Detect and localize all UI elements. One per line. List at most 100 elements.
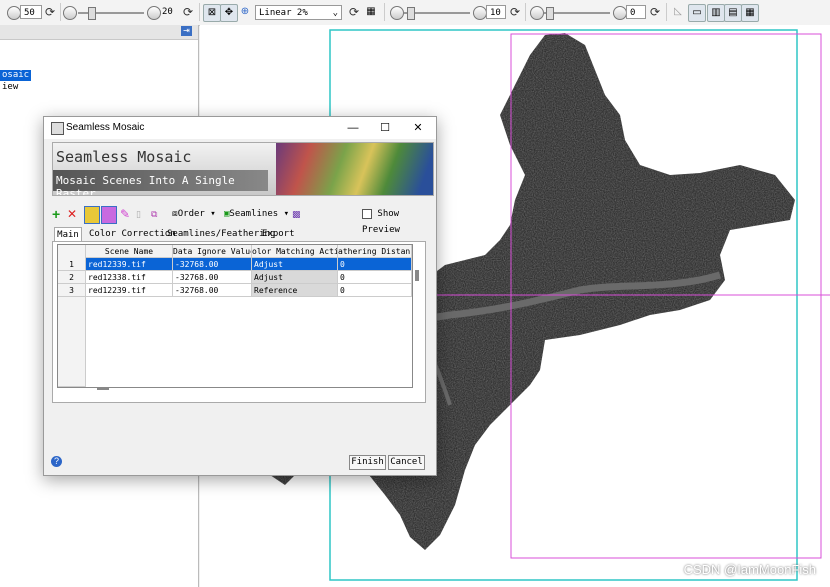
separator <box>666 3 667 21</box>
view-quad-icon[interactable]: ▦ <box>741 4 759 22</box>
disabled-icon: ▯ <box>136 209 141 219</box>
table-row[interactable]: 3 red12239.tif -32768.00 Reference 0 <box>58 284 412 297</box>
checkbox-box <box>362 208 372 219</box>
view-split-icon[interactable]: ▥ <box>707 4 725 22</box>
dialog-title: Seamless Mosaic <box>66 122 145 133</box>
close-icon[interactable]: ✕ <box>410 120 426 136</box>
pan-icon[interactable]: ✥ <box>220 4 238 22</box>
transparency-input[interactable]: 0 <box>626 5 646 19</box>
zoom-fit-icon[interactable]: ⊠ <box>203 4 221 22</box>
feather-distance-cell[interactable]: 0 <box>338 258 412 271</box>
banner-subtitle: Mosaic Scenes Into A Single Raster <box>56 174 235 196</box>
edit-icon[interactable]: ✎ <box>120 206 130 222</box>
row-number: 2 <box>58 271 86 284</box>
refresh-icon[interactable]: ⟳ <box>43 5 57 19</box>
contrast-slider-handle[interactable] <box>88 7 96 20</box>
row-number: 3 <box>58 284 86 297</box>
refresh-icon[interactable]: ⟳ <box>347 5 361 19</box>
sharpen-icon <box>390 6 404 20</box>
scene-name-cell[interactable]: red12338.tif <box>86 271 173 284</box>
scene-name-cell[interactable]: red12339.tif <box>86 258 173 271</box>
main-tab-panel: Scene Name Data Ignore Value olor Matchi… <box>52 241 426 403</box>
sharpen-high-icon <box>473 6 487 20</box>
separator <box>199 3 200 21</box>
view-split2-icon[interactable]: ▤ <box>724 4 742 22</box>
tab-color-correction[interactable]: Color Correction <box>89 227 176 241</box>
watermark: CSDN @IamMoonFish <box>683 562 816 577</box>
feather-distance-cell[interactable]: 0 <box>338 284 412 297</box>
transparency-icon <box>530 6 544 20</box>
sharpen-input[interactable]: 10 <box>486 5 506 19</box>
seamlines-menu[interactable]: ▣Seamlines ▾ <box>224 206 289 222</box>
view-single-icon[interactable]: ▭ <box>688 4 706 22</box>
maximize-icon[interactable]: ☐ <box>377 120 393 136</box>
column-header[interactable]: athering Distanc <box>338 245 412 258</box>
minimize-icon[interactable]: — <box>345 120 361 136</box>
scenes-table: Scene Name Data Ignore Value olor Matchi… <box>57 244 413 388</box>
column-header[interactable]: olor Matching Actio <box>252 245 338 258</box>
transparency-slider-handle[interactable] <box>546 7 554 20</box>
column-header[interactable]: Scene Name <box>86 245 173 258</box>
brightness-input[interactable]: 50 <box>20 5 42 19</box>
color-action-cell[interactable]: Reference <box>252 284 338 297</box>
color-action-cell[interactable]: Adjust <box>252 258 338 271</box>
sharpen-slider-handle[interactable] <box>407 7 415 20</box>
tab-export[interactable]: Export <box>262 227 295 241</box>
histogram-icon[interactable]: ▦ <box>363 4 379 20</box>
select-icon[interactable] <box>101 206 117 224</box>
ignore-value-cell[interactable]: -32768.00 <box>173 258 252 271</box>
contrast-value: 20 <box>162 7 173 17</box>
remove-scene-icon[interactable]: ✕ <box>67 206 77 222</box>
ignore-value-cell[interactable]: -32768.00 <box>173 271 252 284</box>
table-row[interactable]: 2 red12338.tif -32768.00 Adjust 0 <box>58 271 412 284</box>
tab-seamlines-feathering[interactable]: Seamlines/Feathering <box>167 227 275 241</box>
layer-item-view[interactable]: iew <box>0 82 20 93</box>
separator <box>60 3 61 21</box>
brightness-icon <box>7 6 21 20</box>
banner-title: Seamless Mosaic <box>56 148 192 166</box>
banner-image <box>276 143 433 195</box>
app-icon <box>51 122 64 135</box>
target-icon[interactable]: ⊕ <box>237 4 253 20</box>
dialog-banner: Seamless Mosaic Mosaic Scenes Into A Sin… <box>52 142 434 196</box>
order-menu[interactable]: ⧈Order ▾ <box>172 206 216 222</box>
refresh-icon[interactable]: ⟳ <box>181 5 195 19</box>
table-header: Scene Name Data Ignore Value olor Matchi… <box>58 245 412 387</box>
refresh-icon[interactable]: ⟳ <box>508 5 522 19</box>
chevron-down-icon: ⌄ <box>332 8 338 18</box>
mosaic-toolbar: + ✕ ✎ ▯ ⧉ ⧈Order ▾ ▣Seamlines ▾ ▩ Show P… <box>52 206 432 235</box>
seamless-mosaic-dialog: Seamless Mosaic — ☐ ✕ Seamless Mosaic Mo… <box>43 116 437 476</box>
scene-name-cell[interactable]: red12239.tif <box>86 284 173 297</box>
add-scene-icon[interactable]: + <box>52 206 60 222</box>
dialog-titlebar[interactable]: Seamless Mosaic — ☐ ✕ <box>44 117 436 139</box>
stretch-select[interactable]: Linear 2% ⌄ <box>255 5 342 20</box>
column-header[interactable]: Data Ignore Value <box>173 245 252 258</box>
feather-distance-cell[interactable]: 0 <box>338 271 412 284</box>
vertical-scrollbar[interactable] <box>415 270 419 281</box>
panel-header: ⇥ <box>0 25 198 40</box>
table-row[interactable]: 1 red12339.tif -32768.00 Adjust 0 <box>58 258 412 271</box>
transparency-high-icon <box>613 6 627 20</box>
refresh-icon[interactable]: ⟳ <box>648 5 662 19</box>
seamline-tool-icon[interactable]: ▩ <box>292 206 301 222</box>
contrast-low-icon <box>63 6 77 20</box>
color-action-cell[interactable]: Adjust <box>252 271 338 284</box>
layer-item-mosaic[interactable]: osaic <box>0 70 32 81</box>
chart-icon[interactable]: ◺ <box>670 4 686 20</box>
cancel-button[interactable]: Cancel <box>388 455 425 470</box>
separator <box>384 3 385 21</box>
horizontal-scrollbar[interactable] <box>97 388 109 390</box>
help-icon[interactable]: ? <box>51 456 62 467</box>
link-icon[interactable]: ⧉ <box>151 206 157 222</box>
ignore-value-cell[interactable]: -32768.00 <box>173 284 252 297</box>
finish-button[interactable]: Finish <box>349 455 386 470</box>
banner-subtitle-bar: Mosaic Scenes Into A Single Raster <box>53 170 268 195</box>
separator <box>525 3 526 21</box>
show-preview-checkbox[interactable]: Show Preview <box>362 206 432 235</box>
tab-main[interactable]: Main <box>54 227 82 242</box>
contrast-high-icon <box>147 6 161 20</box>
display-toolbar: 50 ⟳ 20 ⟳ ⊠ ✥ ⊕ Linear 2% ⌄ ⟳ ▦ 10 ⟳ 0 ⟳ … <box>0 0 830 26</box>
reference-icon[interactable] <box>84 206 100 224</box>
pin-icon[interactable]: ⇥ <box>181 26 192 36</box>
row-number: 1 <box>58 258 86 271</box>
